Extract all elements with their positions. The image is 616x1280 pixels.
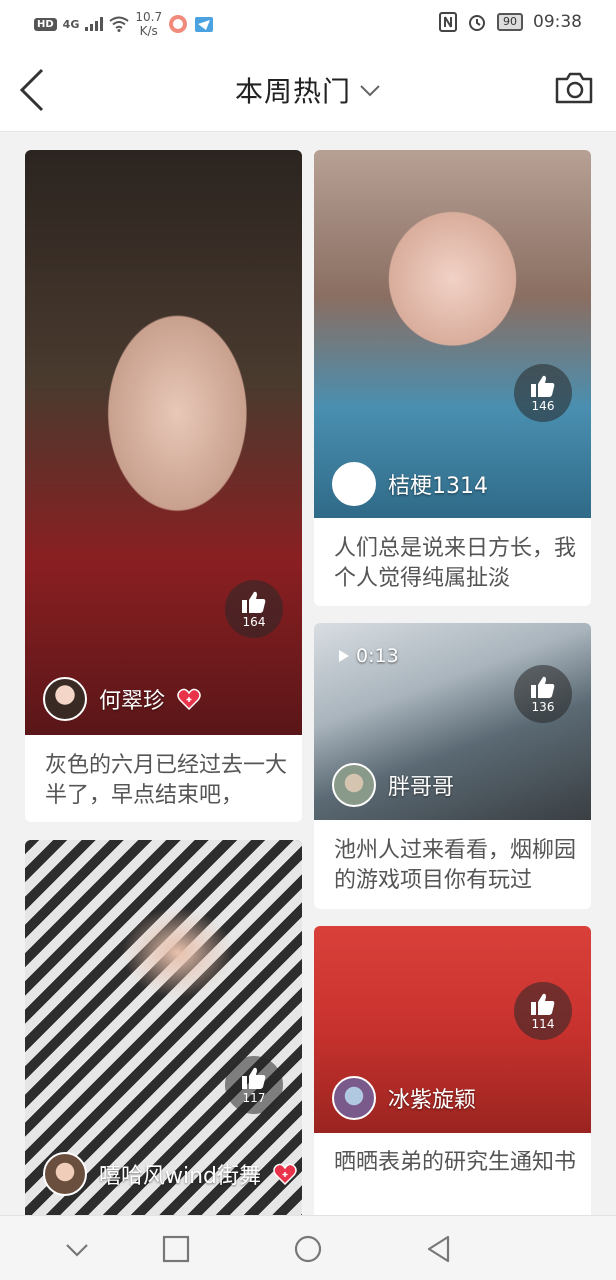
send-notification-icon — [195, 17, 214, 32]
post-card[interactable]: 146 桔梗1314 人们总是说来日方长，我个人觉得纯属扯淡 — [314, 150, 591, 606]
status-bar: HD 4G 10.7 K/s 90 09:38 — [0, 0, 616, 48]
like-button[interactable]: 117 — [225, 1056, 283, 1114]
username: 嘻哈风wind街舞 — [99, 1164, 262, 1189]
like-count: 164 — [242, 614, 266, 629]
post-caption: 池州人过来看看，烟柳园的游戏项目你有玩过 — [334, 838, 577, 893]
thumbs-up-icon — [242, 591, 266, 613]
like-button[interactable]: 164 — [225, 580, 283, 638]
avatar[interactable] — [332, 763, 376, 807]
like-count: 146 — [531, 398, 555, 413]
play-icon — [339, 650, 349, 662]
username: 冰紫旋颖 — [388, 1088, 477, 1113]
nav-down-icon[interactable] — [62, 1234, 92, 1264]
camera-button[interactable] — [554, 70, 594, 106]
page-title: 本周热门 — [234, 75, 351, 108]
back-button[interactable] — [14, 66, 54, 114]
feed: 164 何翠珍 灰色的六月已经过去一大半了，早点结束吧， 146 桔梗1314 … — [0, 133, 616, 1215]
like-button[interactable]: 136 — [514, 665, 572, 723]
post-author[interactable]: 何翠珍 — [43, 677, 201, 721]
post-card[interactable]: 117 嘻哈风wind街舞 — [25, 840, 302, 1215]
username: 胖哥哥 — [388, 775, 455, 800]
signal-bars-icon — [85, 17, 104, 31]
nav-recents-icon[interactable] — [161, 1234, 191, 1264]
avatar[interactable] — [332, 1076, 376, 1120]
post-author[interactable]: 胖哥哥 — [332, 763, 454, 807]
like-button[interactable]: 114 — [514, 982, 572, 1040]
post-author[interactable]: 冰紫旋颖 — [332, 1076, 476, 1120]
post-card[interactable]: 114 冰紫旋颖 晒晒表弟的研究生通知书 — [314, 926, 591, 1215]
post-photo[interactable]: 114 冰紫旋颖 — [314, 926, 591, 1133]
header: 本周热门 — [0, 48, 616, 132]
like-count: 117 — [242, 1090, 266, 1105]
post-caption: 人们总是说来日方长，我个人觉得纯属扯淡 — [334, 536, 577, 591]
post-video[interactable]: 0:13 136 胖哥哥 — [314, 623, 591, 820]
avatar[interactable] — [332, 462, 376, 506]
app-notification-icon — [169, 15, 188, 33]
nav-home-icon[interactable] — [293, 1234, 323, 1264]
signal-indicator: 4G — [62, 17, 80, 31]
battery-indicator: 90 — [497, 13, 523, 31]
chevron-down-icon — [360, 85, 380, 97]
post-author[interactable]: 嘻哈风wind街舞 — [43, 1152, 297, 1196]
thumbs-up-icon — [531, 676, 555, 698]
username: 桔梗1314 — [388, 474, 488, 499]
post-caption: 灰色的六月已经过去一大半了，早点结束吧， — [45, 753, 288, 808]
title-selector[interactable]: 本周热门 — [0, 48, 616, 132]
thumbs-up-icon — [531, 375, 555, 397]
hd-indicator: HD — [34, 17, 57, 31]
post-author[interactable]: 桔梗1314 — [332, 462, 488, 506]
back-arrow-icon — [19, 68, 44, 112]
post-photo[interactable]: 164 何翠珍 — [25, 150, 302, 735]
avatar[interactable] — [43, 1152, 87, 1196]
post-card[interactable]: 164 何翠珍 灰色的六月已经过去一大半了，早点结束吧， — [25, 150, 302, 822]
post-photo[interactable]: 146 桔梗1314 — [314, 150, 591, 518]
nfc-icon — [439, 12, 457, 32]
thumbs-up-icon — [531, 993, 555, 1015]
video-duration: 0:13 — [338, 645, 399, 667]
like-button[interactable]: 146 — [514, 364, 572, 422]
post-photo[interactable]: 117 嘻哈风wind街舞 — [25, 840, 302, 1215]
nav-back-icon[interactable] — [424, 1234, 454, 1264]
camera-icon — [555, 72, 593, 104]
thumbs-up-icon — [242, 1067, 266, 1089]
avatar[interactable] — [43, 677, 87, 721]
post-card[interactable]: 0:13 136 胖哥哥 池州人过来看看，烟柳园的游戏项目你有玩过 — [314, 623, 591, 909]
system-nav-bar — [0, 1215, 616, 1280]
like-count: 114 — [531, 1016, 555, 1031]
alarm-icon — [469, 15, 485, 31]
network-speed: 10.7 K/s — [135, 10, 163, 38]
like-count: 136 — [531, 699, 555, 714]
wifi-icon — [109, 16, 129, 32]
heart-icon[interactable] — [273, 1163, 297, 1185]
username: 何翠珍 — [99, 689, 166, 714]
clock: 09:38 — [533, 12, 582, 32]
heart-icon[interactable] — [177, 688, 201, 710]
post-caption: 晒晒表弟的研究生通知书 — [334, 1150, 577, 1175]
